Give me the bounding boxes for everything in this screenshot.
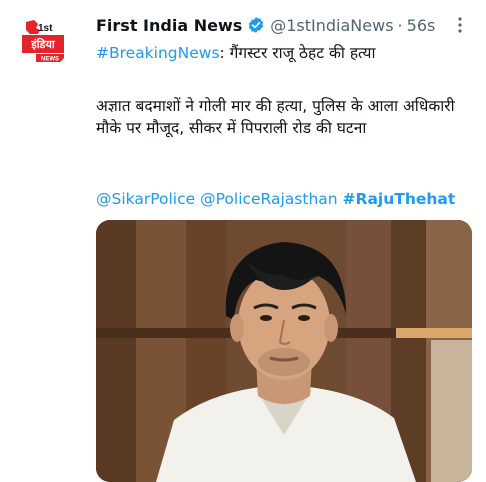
mention-policerajasthan[interactable]: @PoliceRajasthan <box>200 190 337 208</box>
tweet[interactable]: 1st इंडिया NEWS First India News @1stInd… <box>0 0 486 482</box>
more-options-icon[interactable] <box>452 14 468 36</box>
user-handle[interactable]: @1stIndiaNews <box>270 16 393 35</box>
logo-news-text: NEWS <box>41 57 59 63</box>
mention-sikarpolice[interactable]: @SikarPolice <box>96 190 195 208</box>
logo-1st-text: 1st <box>38 23 53 34</box>
first-india-logo: 1st इंडिया NEWS <box>16 14 70 68</box>
logo-india-text: इंडिया <box>30 37 56 51</box>
verified-badge-icon <box>247 16 265 34</box>
tweet-body-text: अज्ञात बदमाशों ने गोली मार की हत्या, पुल… <box>96 97 455 137</box>
tweet-photo[interactable] <box>96 220 472 482</box>
tweet-headline: #BreakingNews: गैंगस्टर राजू ठेहट की हत्… <box>96 42 471 64</box>
avatar[interactable]: 1st इंडिया NEWS <box>16 14 70 68</box>
headline-text: : गैंगस्टर राजू ठेहट की हत्या <box>219 44 376 62</box>
hashtag-breakingnews[interactable]: #BreakingNews <box>96 44 220 62</box>
timestamp[interactable]: 56s <box>407 16 436 35</box>
hashtag-rajuthehat[interactable]: #RajuThehat <box>343 190 456 208</box>
tweet-header: First India News @1stIndiaNews · 56s <box>96 14 435 36</box>
display-name[interactable]: First India News <box>96 16 242 35</box>
tweet-mentions: @SikarPolice @PoliceRajasthan #RajuTheha… <box>96 188 471 210</box>
separator-dot: · <box>397 15 403 35</box>
